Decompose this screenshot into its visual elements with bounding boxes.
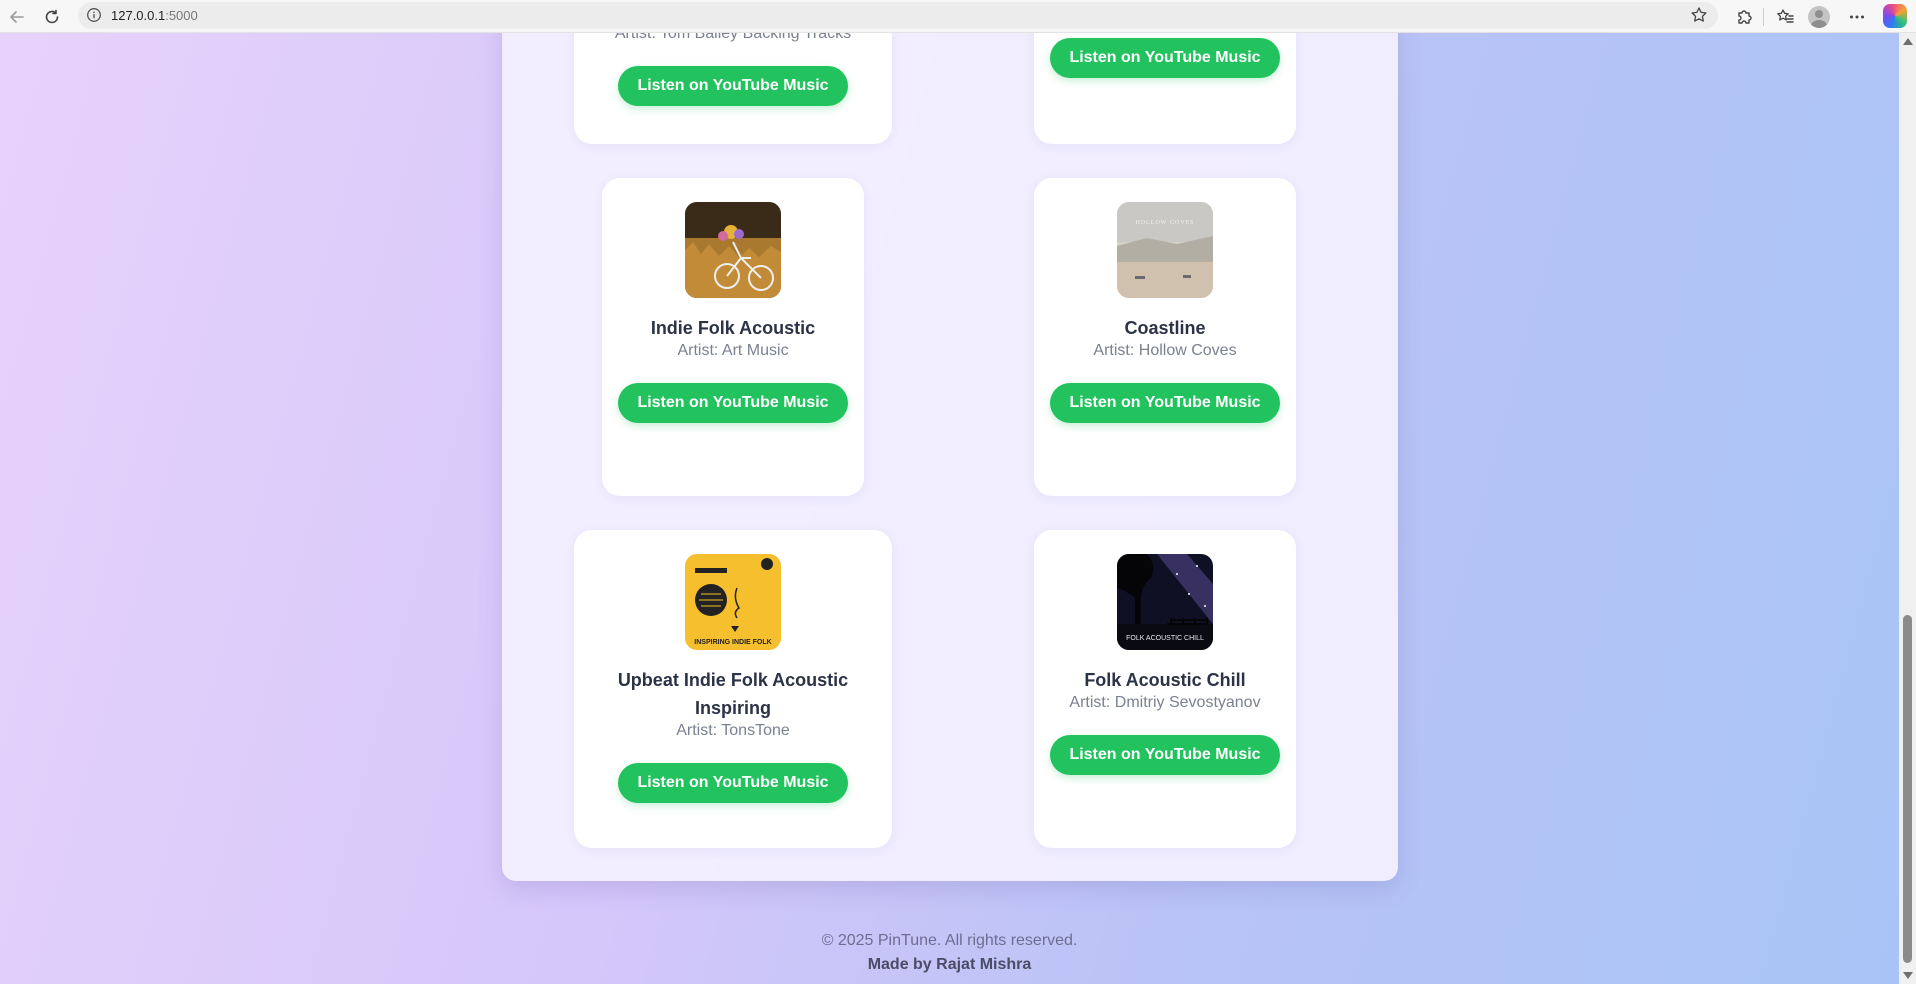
svg-text:FOLK ACOUSTIC CHILL: FOLK ACOUSTIC CHILL: [1126, 635, 1204, 642]
listen-button[interactable]: Listen on YouTube Music: [618, 66, 848, 106]
vertical-scrollbar[interactable]: [1899, 33, 1916, 984]
tracks-panel: Artist: Tom Bailey Backing Tracks Listen…: [502, 33, 1398, 881]
footer-credit: Made by Rajat Mishra: [867, 956, 1032, 973]
puzzle-icon: [1738, 10, 1752, 24]
album-art: FOLK ACOUSTIC CHILL: [1117, 554, 1213, 650]
url-port: :5000: [165, 8, 198, 23]
track-card: INSPIRING INDIE FOLK Upbeat Indie Folk A…: [574, 530, 892, 848]
scroll-down-arrow[interactable]: [1903, 972, 1913, 979]
scroll-thumb[interactable]: [1903, 615, 1912, 963]
footer-copyright: © 2025 PinTune. All rights reserved.: [821, 932, 1078, 949]
avatar[interactable]: [1808, 6, 1830, 28]
svg-text:INSPIRING INDIE FOLK: INSPIRING INDIE FOLK: [694, 639, 771, 646]
track-title: Upbeat Indie Folk Acoustic Inspiring: [617, 670, 849, 718]
browser-toolbar: 127.0.0.1:5000: [0, 0, 1916, 33]
svg-text:HOLLOW COVES: HOLLOW COVES: [1135, 220, 1194, 226]
url-text: 127.0.0.1:5000: [111, 8, 198, 23]
star-icon[interactable]: [1690, 6, 1708, 29]
track-card: HOLLOW COVES Coastline Artist: Hollow Co…: [1034, 178, 1296, 496]
address-bar[interactable]: 127.0.0.1:5000: [78, 2, 1718, 29]
arrow-left-icon: [10, 11, 24, 23]
more-icon: [1850, 15, 1864, 19]
reload-icon: [45, 9, 59, 24]
back-button[interactable]: [4, 4, 30, 30]
copilot-icon[interactable]: [1883, 4, 1907, 28]
url-host: 127.0.0.1: [111, 8, 166, 23]
track-artist: Artist: Dmitriy Sevostyanov: [1069, 694, 1261, 711]
track-title: Indie Folk Acoustic: [650, 318, 816, 338]
listen-button[interactable]: Listen on YouTube Music: [618, 383, 848, 423]
album-art: INSPIRING INDIE FOLK: [685, 554, 781, 650]
track-artist: Artist: Tom Bailey Backing Tracks: [614, 33, 852, 42]
track-artist: Artist: TonsTone: [676, 722, 790, 739]
track-title: Folk Acoustic Chill: [1084, 670, 1246, 690]
listen-button[interactable]: Listen on YouTube Music: [1050, 735, 1280, 775]
listen-button[interactable]: Listen on YouTube Music: [1050, 38, 1280, 78]
album-art: [685, 202, 781, 298]
track-title: Coastline: [1124, 318, 1206, 338]
track-artist: Artist: Hollow Coves: [1093, 342, 1237, 359]
toolbar-divider: [1763, 8, 1764, 26]
track-card: FOLK ACOUSTIC CHILL Folk Acoustic Chill …: [1034, 530, 1296, 848]
extensions-button[interactable]: [1731, 4, 1757, 30]
track-card: Indie Folk Acoustic Artist: Art Music Li…: [602, 178, 864, 496]
album-art: HOLLOW COVES: [1117, 202, 1213, 298]
listen-button[interactable]: Listen on YouTube Music: [1050, 383, 1280, 423]
track-card: Artist: Tom Bailey Backing Tracks Listen…: [574, 33, 892, 144]
track-card: Listen on YouTube Music: [1034, 33, 1296, 144]
page-viewport: Artist: Tom Bailey Backing Tracks Listen…: [0, 33, 1899, 984]
favorites-icon: [1777, 9, 1794, 23]
track-artist: Artist: Art Music: [677, 342, 789, 359]
favorites-button[interactable]: [1772, 4, 1798, 30]
info-icon[interactable]: [86, 7, 102, 28]
settings-menu-button[interactable]: [1844, 4, 1870, 30]
scroll-up-arrow[interactable]: [1903, 38, 1913, 45]
listen-button[interactable]: Listen on YouTube Music: [618, 763, 848, 803]
reload-button[interactable]: [39, 4, 65, 30]
